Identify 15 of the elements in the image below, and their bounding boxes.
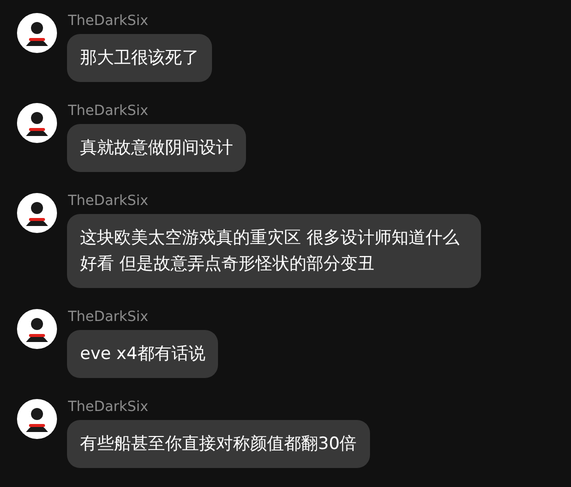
avatar-icon	[17, 193, 57, 233]
sender-name: TheDarkSix	[68, 13, 148, 29]
sender-name: TheDarkSix	[68, 103, 148, 119]
message-bubble: 有些船甚至你直接对称颜值都翻30倍	[67, 420, 370, 468]
avatar-icon	[17, 309, 57, 349]
message-bubble: eve x4都有话说	[67, 330, 218, 378]
avatar-icon	[17, 13, 57, 53]
sender-name: TheDarkSix	[68, 193, 148, 209]
sender-name: TheDarkSix	[68, 399, 148, 415]
avatar-icon	[17, 103, 57, 143]
message-bubble: 这块欧美太空游戏真的重灾区 很多设计师知道什么好看 但是故意弄点奇形怪状的部分变丑	[67, 214, 481, 288]
message-bubble: 那大卫很该死了	[67, 34, 212, 82]
avatar-icon	[17, 399, 57, 439]
message-bubble: 真就故意做阴间设计	[67, 124, 246, 172]
sender-name: TheDarkSix	[68, 309, 148, 325]
